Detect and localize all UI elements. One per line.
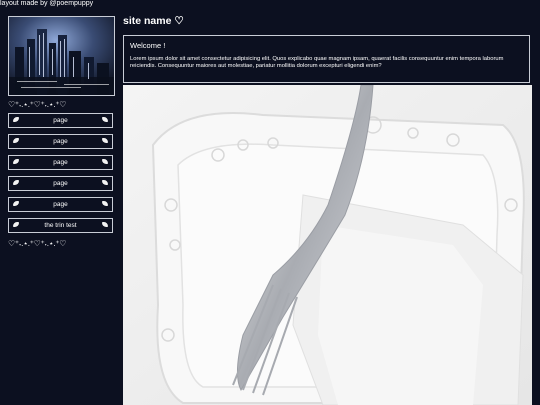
nav-button-page-2[interactable]: page xyxy=(8,134,113,149)
leaf-icon xyxy=(102,201,108,206)
nav-button-page-4[interactable]: page xyxy=(8,176,113,191)
layout-credit: layout made by @poempuppy xyxy=(0,0,94,7)
nav-label: page xyxy=(53,159,68,166)
welcome-text: Lorem ipsum dolor sit amet consectetur a… xyxy=(130,56,504,69)
nav-button-page-1[interactable]: page xyxy=(8,113,113,128)
nav-label: the trin test xyxy=(44,222,77,229)
nav-label: page xyxy=(53,201,68,208)
nav-button-page-3[interactable]: page xyxy=(8,155,113,170)
leaf-icon xyxy=(102,222,108,227)
cake-photo xyxy=(123,85,532,405)
welcome-heading: Welcome ! xyxy=(130,41,166,50)
leaf-icon xyxy=(13,138,19,143)
nav-label: page xyxy=(53,117,68,124)
nav-label: page xyxy=(53,180,68,187)
nav-button-trin-test[interactable]: the trin test xyxy=(8,218,113,233)
leaf-icon xyxy=(102,159,108,164)
leaf-icon xyxy=(13,201,19,206)
nav-button-page-5[interactable]: page xyxy=(8,197,113,212)
heart-divider-top: ♡⁺˖.⋆.⁺♡⁺˖.⋆.⁺♡ xyxy=(8,100,67,109)
heart-divider-bottom: ♡⁺˖.⋆.⁺♡⁺˖.⋆.⁺♡ xyxy=(8,239,67,248)
leaf-icon xyxy=(102,180,108,185)
leaf-icon xyxy=(102,117,108,122)
cake-on-plate-image xyxy=(123,85,532,405)
leaf-icon xyxy=(13,117,19,122)
city-skyline-image xyxy=(9,17,114,95)
city-night-thumbnail xyxy=(8,16,115,96)
site-title: site name ♡ xyxy=(123,15,184,27)
nav-label: page xyxy=(53,138,68,145)
leaf-icon xyxy=(102,138,108,143)
welcome-box: Welcome ! Lorem ipsum dolor sit amet con… xyxy=(123,35,530,83)
leaf-icon xyxy=(13,222,19,227)
sidebar: ♡⁺˖.⋆.⁺♡⁺˖.⋆.⁺♡ page page page page page… xyxy=(8,16,115,252)
leaf-icon xyxy=(13,180,19,185)
leaf-icon xyxy=(13,159,19,164)
